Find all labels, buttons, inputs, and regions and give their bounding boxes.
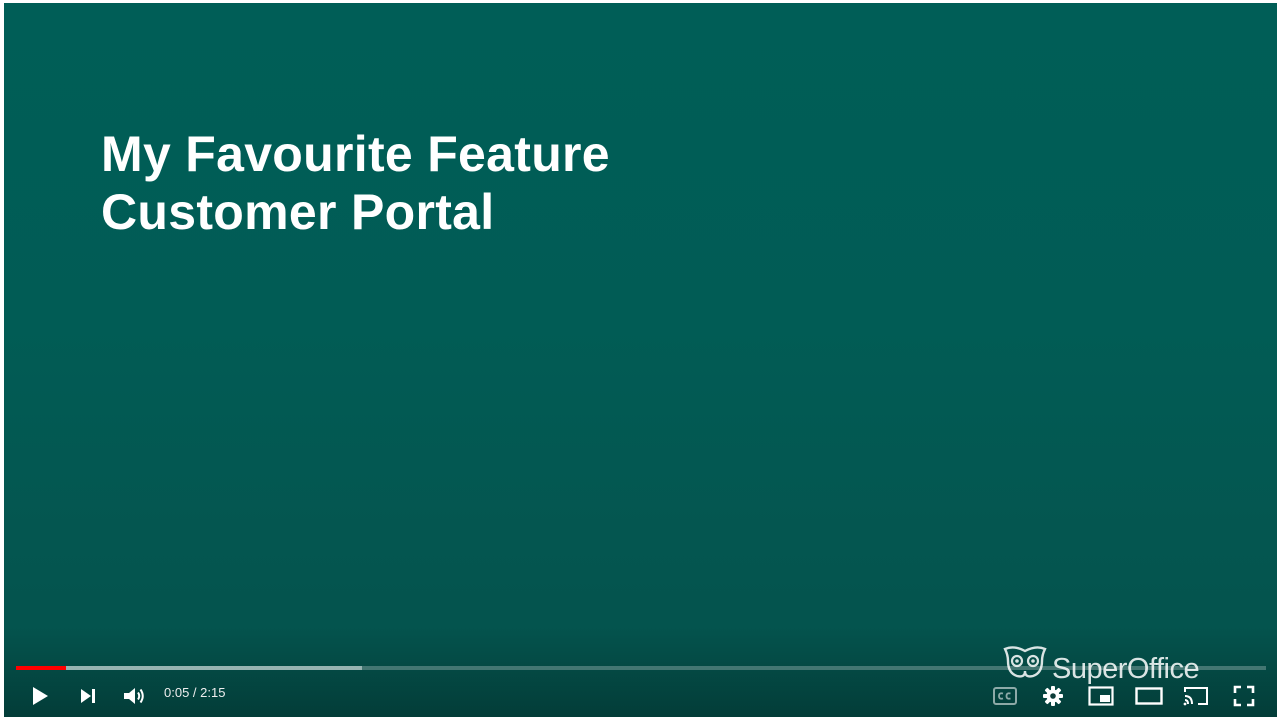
time-display: 0:05 / 2:15: [164, 685, 225, 700]
cast-icon: [1183, 686, 1209, 706]
slide-title: My Favourite Feature Customer Portal: [101, 125, 610, 241]
slide-title-line-2: Customer Portal: [101, 184, 495, 240]
theater-mode-button[interactable]: [1132, 679, 1166, 713]
time-separator: /: [189, 685, 201, 700]
progress-buffered: [16, 666, 362, 670]
play-icon: [30, 685, 50, 707]
theater-mode-icon: [1135, 687, 1163, 705]
volume-button[interactable]: [117, 679, 151, 713]
progress-played: [16, 666, 66, 670]
player-frame: My Favourite Feature Customer Portal Sup…: [0, 0, 1280, 720]
next-button[interactable]: [71, 679, 105, 713]
video-area[interactable]: My Favourite Feature Customer Portal Sup…: [4, 3, 1277, 717]
player-controls: 0:05 / 2:15: [4, 675, 1277, 715]
progress-bar[interactable]: [16, 666, 1266, 670]
subtitles-button[interactable]: [988, 679, 1022, 713]
settings-button[interactable]: [1036, 679, 1070, 713]
subtitles-icon: [993, 687, 1017, 705]
fullscreen-icon: [1233, 685, 1255, 707]
miniplayer-icon: [1088, 686, 1114, 706]
duration: 2:15: [200, 685, 226, 700]
play-button[interactable]: [23, 679, 57, 713]
fullscreen-button[interactable]: [1227, 679, 1261, 713]
settings-icon: [1042, 685, 1064, 707]
miniplayer-button[interactable]: [1084, 679, 1118, 713]
cast-button[interactable]: [1179, 679, 1213, 713]
slide-title-line-1: My Favourite Feature: [101, 126, 610, 182]
current-time: 0:05: [164, 685, 190, 700]
volume-icon: [122, 685, 146, 707]
next-icon: [78, 686, 98, 706]
